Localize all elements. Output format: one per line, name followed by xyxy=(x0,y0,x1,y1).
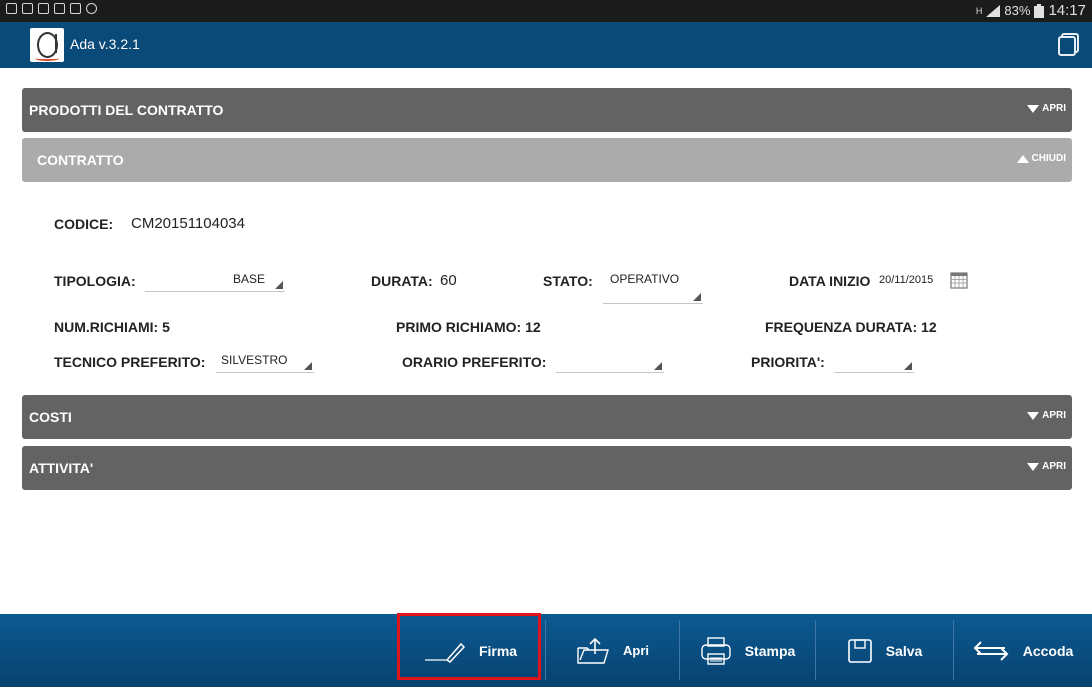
dropdown-arrow-icon xyxy=(275,281,283,289)
num-richiami: NUM.RICHIAMI: 5 xyxy=(54,319,170,335)
salva-label: Salva xyxy=(885,642,923,659)
image-icon xyxy=(38,3,49,14)
triangle-down-icon xyxy=(1027,104,1040,113)
section-title: ATTIVITA' xyxy=(29,460,94,476)
firma-highlight-box xyxy=(397,613,541,680)
network-type: H xyxy=(975,5,983,16)
stato-select[interactable]: OPERATIVO xyxy=(603,270,703,304)
swap-arrows-icon xyxy=(973,640,1009,661)
section-attivita-header[interactable]: ATTIVITA' APRI xyxy=(22,446,1072,490)
stato-label: STATO: xyxy=(543,273,593,289)
tipologia-select[interactable]: BASE xyxy=(145,270,285,292)
app-title: Ada v.3.2.1 xyxy=(70,36,140,52)
priorita-label: PRIORITA': xyxy=(751,354,825,370)
cast-icon xyxy=(54,3,65,14)
dropdown-arrow-icon xyxy=(654,362,662,370)
dropdown-arrow-icon xyxy=(693,293,701,301)
triangle-down-icon xyxy=(1027,462,1040,471)
apri-button[interactable]: Apri xyxy=(548,614,676,687)
dropdown-arrow-icon xyxy=(904,362,912,370)
section-contratto-header[interactable]: CONTRATTO CHIUDI xyxy=(22,138,1072,182)
section-title: COSTI xyxy=(29,409,72,425)
salva-button[interactable]: Salva xyxy=(818,614,950,687)
dropdown-arrow-icon xyxy=(304,362,312,370)
section-prodotti-header[interactable]: PRODOTTI DEL CONTRATTO APRI xyxy=(22,88,1072,132)
section-title: PRODOTTI DEL CONTRATTO xyxy=(29,102,224,118)
expand-toggle[interactable]: APRI xyxy=(1027,103,1066,114)
accoda-label: Accoda xyxy=(1022,642,1074,659)
battery-level: 83% xyxy=(1004,3,1031,18)
clock: 14:17 xyxy=(1048,2,1086,19)
stampa-label: Stampa xyxy=(744,642,796,659)
orario-preferito-select[interactable] xyxy=(556,351,664,373)
notification-icon xyxy=(22,3,33,14)
expand-toggle[interactable]: APRI xyxy=(1027,410,1066,421)
tipologia-label: TIPOLOGIA: xyxy=(54,273,136,289)
section-costi-header[interactable]: COSTI APRI xyxy=(22,395,1072,439)
save-floppy-icon xyxy=(847,638,872,663)
codice-value: CM20151104034 xyxy=(131,215,245,232)
accoda-button[interactable]: Accoda xyxy=(956,614,1088,687)
orario-preferito-label: ORARIO PREFERITO: xyxy=(402,354,547,370)
calendar-icon[interactable] xyxy=(950,271,968,289)
documents-icon[interactable] xyxy=(1056,32,1080,56)
bottom-toolbar: Firma Apri Stampa Salva Accoda xyxy=(0,614,1092,687)
tecnico-preferito-select[interactable]: SILVESTRO xyxy=(216,351,314,373)
notification-icons xyxy=(6,3,97,14)
stampa-button[interactable]: Stampa xyxy=(682,614,812,687)
primo-richiamo: PRIMO RICHIAMO: 12 xyxy=(396,319,541,335)
usb-icon xyxy=(70,3,81,14)
battery-icon xyxy=(1034,3,1045,18)
triangle-up-icon xyxy=(1016,154,1029,163)
open-folder-icon xyxy=(577,637,609,664)
status-bar: H 83% 14:17 xyxy=(0,0,1092,22)
frequenza-durata: FREQUENZA DURATA: 12 xyxy=(765,319,937,335)
durata-value: 60 xyxy=(440,272,457,289)
apri-label: Apri xyxy=(623,643,649,658)
section-title: CONTRATTO xyxy=(37,152,124,168)
data-inizio-value: 20/11/2015 xyxy=(879,274,934,286)
codice-label: CODICE: xyxy=(54,216,114,232)
notification-icon xyxy=(6,3,17,14)
durata-label: DURATA: xyxy=(371,273,433,289)
app-bar: Ada v.3.2.1 xyxy=(0,22,1092,68)
expand-toggle[interactable]: APRI xyxy=(1027,461,1066,472)
sync-icon xyxy=(86,3,97,14)
signal-icon xyxy=(986,4,1001,17)
priorita-select[interactable] xyxy=(834,351,914,373)
triangle-down-icon xyxy=(1027,411,1040,420)
data-inizio-label: DATA INIZIO xyxy=(789,273,871,289)
collapse-toggle[interactable]: CHIUDI xyxy=(1016,153,1066,164)
printer-icon xyxy=(701,636,731,665)
app-logo-icon[interactable] xyxy=(30,28,64,62)
tecnico-preferito-label: TECNICO PREFERITO: xyxy=(54,354,206,370)
